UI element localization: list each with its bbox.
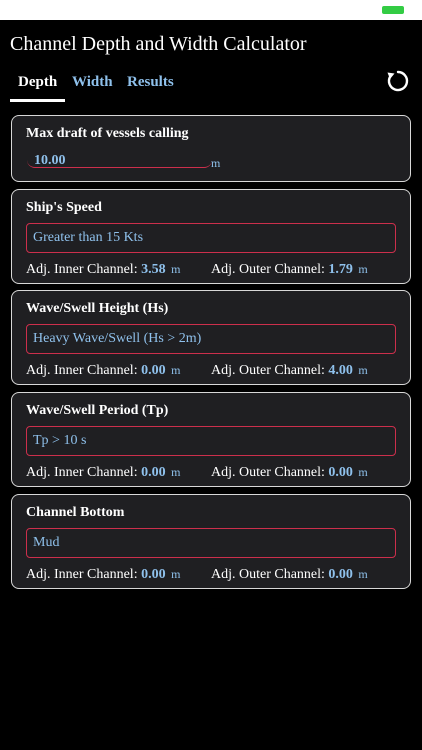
- outer-channel-unit: m: [358, 363, 368, 377]
- wave-period-title: Wave/Swell Period (Tp): [26, 403, 169, 418]
- wave-period-select[interactable]: Tp > 10 s: [26, 426, 396, 456]
- outer-channel-unit: m: [358, 465, 368, 479]
- channel-bottom-card: Channel Bottom Mud Adj. Inner Channel: 0…: [11, 494, 411, 589]
- inner-channel-value: 3.58: [141, 262, 166, 277]
- inner-channel-unit: m: [171, 363, 181, 377]
- outer-channel-adjustment: Adj. Outer Channel: 4.00 m: [211, 363, 368, 378]
- wave-height-card: Wave/Swell Height (Hs) Heavy Wave/Swell …: [11, 290, 411, 385]
- ship-speed-card: Ship's Speed Greater than 15 Kts Adj. In…: [11, 189, 411, 284]
- outer-channel-unit: m: [358, 262, 368, 276]
- draft-title: Max draft of vessels calling: [26, 126, 189, 141]
- inner-channel-adjustment: Adj. Inner Channel: 0.00 m: [26, 363, 181, 378]
- page-title: Channel Depth and Width Calculator: [10, 33, 307, 55]
- wave-period-card: Wave/Swell Period (Tp) Tp > 10 s Adj. In…: [11, 392, 411, 487]
- draft-value: 10.00: [34, 153, 66, 168]
- ship-speed-selected: Greater than 15 Kts: [33, 230, 144, 245]
- inner-channel-adjustment: Adj. Inner Channel: 0.00 m: [26, 465, 181, 480]
- battery-icon: [382, 6, 404, 14]
- outer-channel-value: 0.00: [328, 567, 353, 582]
- tab-results[interactable]: Results: [127, 74, 174, 91]
- inner-channel-unit: m: [171, 465, 181, 479]
- inner-channel-value: 0.00: [141, 465, 166, 480]
- wave-period-selected: Tp > 10 s: [33, 433, 87, 448]
- outer-channel-adjustment: Adj. Outer Channel: 0.00 m: [211, 465, 368, 480]
- outer-channel-value: 1.79: [328, 262, 353, 277]
- inner-channel-adjustment: Adj. Inner Channel: 3.58 m: [26, 262, 181, 277]
- outer-channel-value: 4.00: [328, 363, 353, 378]
- inner-channel-unit: m: [171, 567, 181, 581]
- ship-speed-title: Ship's Speed: [26, 200, 102, 215]
- outer-channel-value: 0.00: [328, 465, 353, 480]
- outer-channel-unit: m: [358, 567, 368, 581]
- draft-unit: m: [211, 156, 221, 170]
- wave-height-selected: Heavy Wave/Swell (Hs > 2m): [33, 331, 202, 346]
- status-bar: [0, 0, 422, 20]
- refresh-icon[interactable]: [385, 68, 411, 94]
- inner-channel-adjustment: Adj. Inner Channel: 0.00 m: [26, 567, 181, 582]
- tab-depth[interactable]: Depth: [18, 74, 57, 91]
- active-tab-indicator: [10, 99, 65, 102]
- wave-height-title: Wave/Swell Height (Hs): [26, 301, 169, 316]
- draft-card: Max draft of vessels calling 10.00 m: [11, 115, 411, 182]
- outer-channel-adjustment: Adj. Outer Channel: 0.00 m: [211, 567, 368, 582]
- ship-speed-select[interactable]: Greater than 15 Kts: [26, 223, 396, 253]
- inner-channel-value: 0.00: [141, 363, 166, 378]
- wave-height-select[interactable]: Heavy Wave/Swell (Hs > 2m): [26, 324, 396, 354]
- channel-bottom-title: Channel Bottom: [26, 505, 125, 520]
- inner-channel-unit: m: [171, 262, 181, 276]
- outer-channel-adjustment: Adj. Outer Channel: 1.79 m: [211, 262, 368, 277]
- draft-input[interactable]: 10.00: [27, 144, 212, 168]
- channel-bottom-selected: Mud: [33, 535, 60, 550]
- tab-width[interactable]: Width: [72, 74, 113, 91]
- channel-bottom-select[interactable]: Mud: [26, 528, 396, 558]
- tab-bar: Depth Width Results: [10, 70, 390, 104]
- inner-channel-value: 0.00: [141, 567, 166, 582]
